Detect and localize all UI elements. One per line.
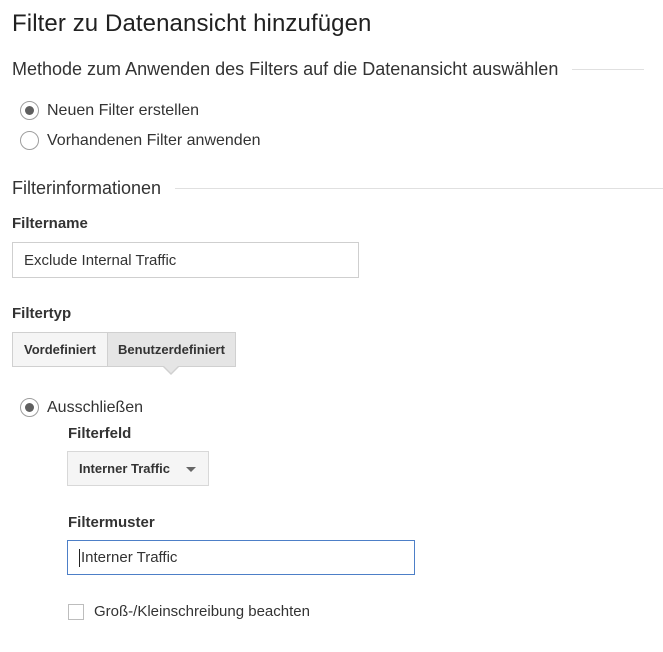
filtermuster-input[interactable]: Interner Traffic	[67, 540, 415, 575]
filtertyp-predefined-button[interactable]: Vordefiniert	[12, 332, 107, 367]
radio-new-filter[interactable]: Neuen Filter erstellen	[20, 101, 199, 120]
radio-button-checked-icon[interactable]	[20, 101, 39, 120]
page-title: Filter zu Datenansicht hinzufügen	[12, 10, 372, 37]
text-cursor-icon	[79, 548, 80, 567]
case-sensitive-label: Groß-/Kleinschreibung beachten	[94, 603, 310, 620]
radio-button-icon[interactable]	[20, 131, 39, 150]
selected-tab-pointer-icon	[163, 366, 179, 375]
filtermuster-value: Interner Traffic	[81, 549, 178, 566]
filterfeld-dropdown[interactable]: Interner Traffic	[67, 451, 209, 486]
dropdown-arrow-icon	[186, 467, 196, 472]
filter-info-section-heading: Filterinformationen	[12, 178, 663, 199]
method-section-title: Methode zum Anwenden des Filters auf die…	[12, 59, 559, 79]
radio-existing-filter-label: Vorhandenen Filter anwenden	[47, 131, 261, 149]
filtername-label: Filtername	[12, 215, 88, 232]
section-divider	[175, 188, 663, 189]
section-divider	[572, 69, 645, 70]
filtertyp-custom-button[interactable]: Benutzerdefiniert	[107, 332, 236, 367]
filterfeld-label: Filterfeld	[68, 425, 132, 442]
filtertyp-toggle: Vordefiniert Benutzerdefiniert	[12, 332, 236, 367]
radio-exclude-label: Ausschließen	[47, 398, 144, 416]
filtername-input[interactable]: Exclude Internal Traffic	[12, 242, 359, 278]
radio-button-checked-icon[interactable]	[20, 398, 39, 417]
case-sensitive-checkbox[interactable]	[68, 603, 84, 620]
case-sensitive-option[interactable]: Groß-/Kleinschreibung beachten	[68, 603, 310, 620]
filterfeld-selected-value: Interner Traffic	[79, 461, 171, 476]
radio-existing-filter[interactable]: Vorhandenen Filter anwenden	[20, 131, 261, 150]
radio-exclude[interactable]: Ausschließen	[20, 398, 143, 417]
filtertyp-label: Filtertyp	[12, 305, 72, 322]
method-section-heading: Methode zum Anwenden des Filters auf die…	[12, 59, 663, 80]
filter-info-section-title: Filterinformationen	[12, 178, 162, 198]
filtermuster-label: Filtermuster	[68, 514, 155, 531]
filtername-value: Exclude Internal Traffic	[24, 251, 177, 269]
radio-new-filter-label: Neuen Filter erstellen	[47, 101, 200, 119]
